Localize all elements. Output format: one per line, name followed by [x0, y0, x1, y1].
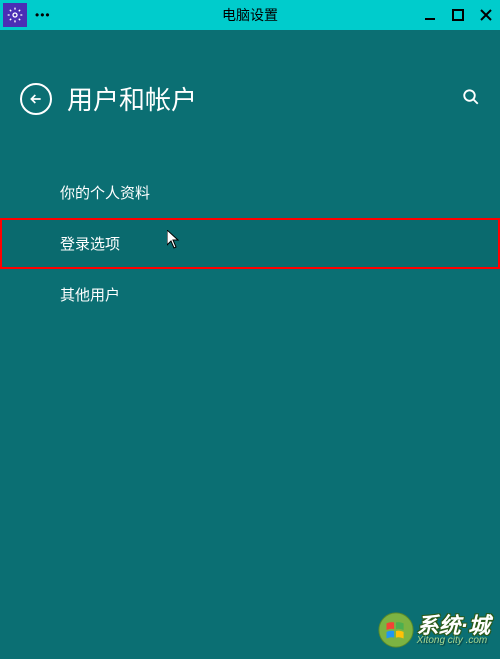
- menu-item-label: 其他用户: [60, 287, 120, 304]
- menu-item-profile[interactable]: 你的个人资料: [0, 167, 500, 218]
- titlebar: ••• 电脑设置: [0, 0, 500, 30]
- menu-item-other-users[interactable]: 其他用户: [0, 269, 500, 320]
- watermark-text: 系统·城 Xitong city .com: [417, 615, 490, 646]
- close-button[interactable]: [472, 0, 500, 30]
- settings-app-icon: [3, 3, 27, 27]
- search-button[interactable]: [462, 88, 480, 111]
- window-title: 电脑设置: [222, 5, 278, 25]
- menu-item-label: 你的个人资料: [60, 185, 150, 202]
- content-area: 用户和帐户 你的个人资料 登录选项 其他用户: [0, 30, 500, 659]
- watermark: 系统·城 Xitong city .com: [377, 611, 490, 649]
- cursor-icon: [167, 230, 183, 254]
- watermark-logo-icon: [377, 611, 415, 649]
- window-controls: [416, 0, 500, 30]
- titlebar-menu-dots[interactable]: •••: [35, 8, 51, 22]
- settings-menu: 你的个人资料 登录选项 其他用户: [0, 167, 500, 320]
- menu-item-label: 登录选项: [60, 236, 120, 253]
- menu-item-signin-options[interactable]: 登录选项: [0, 218, 500, 269]
- watermark-main-text: 系统·城: [417, 615, 490, 637]
- watermark-sub-text: Xitong city .com: [417, 635, 488, 646]
- minimize-button[interactable]: [416, 0, 444, 30]
- page-header: 用户和帐户: [0, 80, 500, 117]
- maximize-button[interactable]: [444, 0, 472, 30]
- page-title: 用户和帐户: [67, 80, 197, 117]
- back-button[interactable]: [20, 83, 52, 115]
